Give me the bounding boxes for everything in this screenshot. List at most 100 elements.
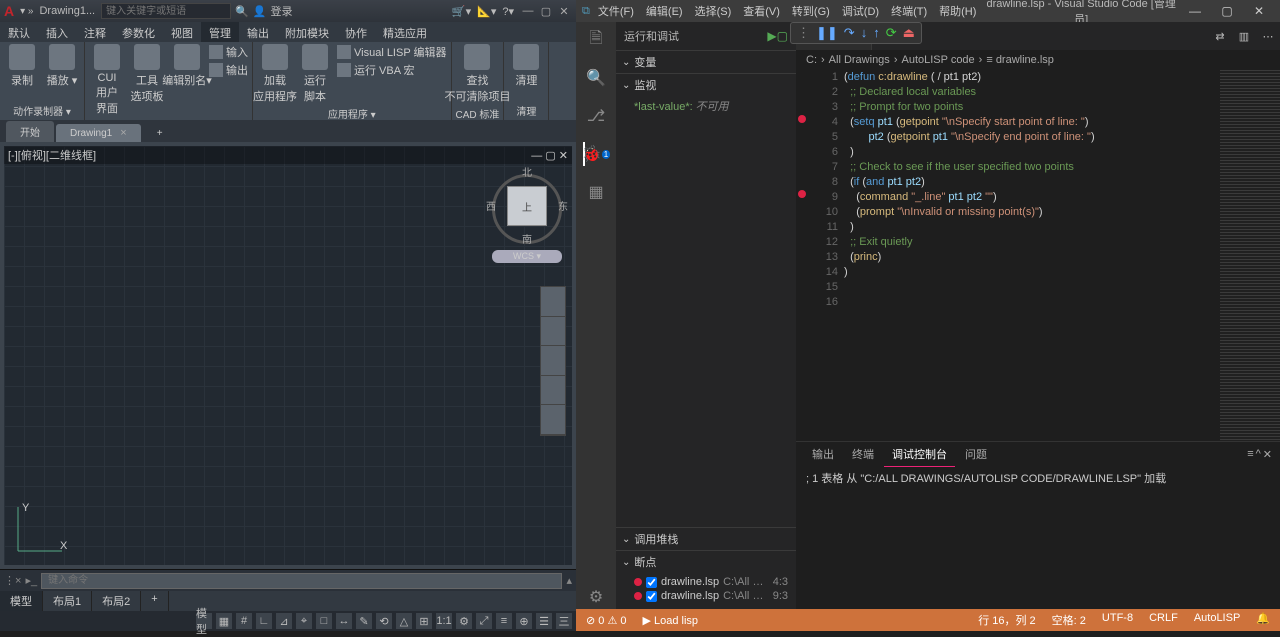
layout-tab[interactable]: 模型 xyxy=(0,591,43,611)
vp-close-icon[interactable]: ✕ xyxy=(559,150,568,162)
ribbon-tab[interactable]: 参数化 xyxy=(114,22,163,42)
code-line[interactable]: (setq pt1 (getpoint "\nSpecify start poi… xyxy=(844,115,1220,130)
status-toggle[interactable]: ↔ xyxy=(336,613,352,629)
code-line[interactable]: ;; Check to see if the user specified tw… xyxy=(844,160,1220,175)
vsc-close-icon[interactable]: ✕ xyxy=(1244,4,1274,18)
restart-icon[interactable]: ⟳ xyxy=(886,25,897,41)
code-line[interactable]: ;; Prompt for two points xyxy=(844,100,1220,115)
panel-expand-icon[interactable]: ^ xyxy=(1256,448,1261,460)
ribbon-small-button[interactable]: Visual LISP 编辑器 xyxy=(337,44,447,60)
status-toggle[interactable]: ⊕ xyxy=(516,613,532,629)
ribbon-button[interactable]: 查找 不可清除项目 xyxy=(459,44,495,104)
debug-icon[interactable]: 🐞1 xyxy=(583,142,607,166)
app-menu-icon[interactable]: 📐▾ xyxy=(477,5,496,18)
ribbon-tab[interactable]: 注释 xyxy=(76,22,114,42)
status-toggle[interactable]: ⊞ xyxy=(416,613,432,629)
status-toggle[interactable]: △ xyxy=(396,613,412,629)
grip-icon[interactable]: ⋮ xyxy=(797,25,810,41)
max-icon[interactable]: ▢ xyxy=(538,3,554,19)
debug-toolbar[interactable]: ⋮ ❚❚ ↷ ↓ ↑ ⟳ ⏏ xyxy=(790,22,922,44)
menu-item[interactable]: 帮助(H) xyxy=(933,3,982,19)
status-encoding[interactable]: UTF-8 xyxy=(1098,612,1137,628)
close-icon[interactable]: ✕ xyxy=(556,3,572,19)
status-toggle[interactable]: ≡ xyxy=(496,613,512,629)
breadcrumb[interactable]: C: › All Drawings › AutoLISP code › ≡ dr… xyxy=(796,50,1280,70)
command-input[interactable] xyxy=(41,573,562,589)
code-line[interactable]: (prompt "\nInvalid or missing point(s)") xyxy=(844,205,1220,220)
split-icon[interactable]: ▥ xyxy=(1232,30,1256,43)
layout-tab[interactable]: 布局2 xyxy=(92,591,141,611)
panel-close-icon[interactable]: ✕ xyxy=(1263,448,1272,461)
menu-item[interactable]: 转到(G) xyxy=(786,3,836,19)
panel-tab[interactable]: 输出 xyxy=(804,442,842,466)
more-icon[interactable]: ⋯ xyxy=(1256,30,1280,43)
viewport[interactable]: [-][俯视][二维线框] — ▢ ✕ 北 南 西 东 上 WCS ▾ YX xyxy=(4,146,572,565)
ribbon-tab[interactable]: 视图 xyxy=(163,22,201,42)
status-line[interactable]: 行 16，列 2 xyxy=(974,612,1039,628)
section-breakpoints[interactable]: 断点 xyxy=(616,551,796,573)
breakpoint-icon[interactable] xyxy=(798,190,806,198)
status-toggle[interactable]: ⌖ xyxy=(296,613,312,629)
layout-tab[interactable]: 布局1 xyxy=(43,591,92,611)
status-toggle[interactable]: 模型 xyxy=(196,613,212,629)
panel-tab[interactable]: 问题 xyxy=(957,442,995,466)
menu-item[interactable]: 调试(D) xyxy=(836,3,885,19)
min-icon[interactable]: — xyxy=(520,3,536,19)
status-errors[interactable]: ⊘ 0 ⚠ 0 xyxy=(582,614,630,627)
ribbon-button[interactable]: 录制 xyxy=(4,44,40,88)
status-toggle[interactable]: ⚙ xyxy=(456,613,472,629)
breakpoint-checkbox[interactable] xyxy=(646,591,657,602)
code-line[interactable]: ;; Exit quietly xyxy=(844,235,1220,250)
status-toggle[interactable]: ✎ xyxy=(356,613,372,629)
login-icon[interactable]: 👤 xyxy=(253,5,267,18)
code-line[interactable]: (defun c:drawline ( / pt1 pt2) xyxy=(844,70,1220,85)
code-line[interactable]: ) xyxy=(844,145,1220,160)
step-over-icon[interactable]: ↷ xyxy=(844,25,855,41)
wcs-label[interactable]: WCS ▾ xyxy=(492,250,562,263)
code-editor[interactable]: 12345678910111213141516 (defun c:drawlin… xyxy=(796,70,1280,441)
status-bell-icon[interactable]: 🔔 xyxy=(1252,612,1274,628)
ribbon-tab[interactable]: 协作 xyxy=(337,22,375,42)
panel-output[interactable]: ; 1 表格 从 "C:/ALL DRAWINGS/AUTOLISP CODE/… xyxy=(796,466,1280,609)
section-watch[interactable]: 监视 xyxy=(616,74,796,96)
scm-icon[interactable]: ⎇ xyxy=(584,104,608,128)
menu-item[interactable]: 查看(V) xyxy=(737,3,786,19)
section-callstack[interactable]: 调用堆栈 xyxy=(616,528,796,550)
compare-icon[interactable]: ⇄ xyxy=(1208,30,1232,43)
cmd-history-icon[interactable]: ▴ xyxy=(566,574,572,587)
ribbon-tab[interactable]: 默认 xyxy=(0,22,38,42)
panel-tab[interactable]: 终端 xyxy=(844,442,882,466)
menu-item[interactable]: 文件(F) xyxy=(592,3,640,19)
step-into-icon[interactable]: ↓ xyxy=(861,25,868,41)
breakpoint-checkbox[interactable] xyxy=(646,577,657,588)
doc-tab[interactable]: Drawing1× xyxy=(56,124,141,142)
ribbon-tab[interactable]: 管理 xyxy=(201,22,239,42)
code-line[interactable]: (princ) xyxy=(844,250,1220,265)
viewport-label[interactable]: [-][俯视][二维线框] xyxy=(8,147,96,163)
menu-item[interactable]: 选择(S) xyxy=(689,3,738,19)
status-toggle[interactable]: 1:1 xyxy=(436,613,452,629)
status-toggle[interactable]: ∟ xyxy=(256,613,272,629)
login-label[interactable]: 登录 xyxy=(271,3,293,19)
nav-bar[interactable] xyxy=(540,286,566,436)
breakpoint-row[interactable]: drawline.lspC:\All Drawi...9:3 xyxy=(634,589,788,603)
code-line[interactable]: ) xyxy=(844,265,1220,280)
section-variables[interactable]: 变量 xyxy=(616,51,796,73)
ribbon-button[interactable]: 工具 选项板 xyxy=(129,44,165,104)
breadcrumb-item[interactable]: AutoLISP code xyxy=(901,54,974,66)
search-icon[interactable]: 🔍 xyxy=(235,5,249,18)
pause-icon[interactable]: ❚❚ xyxy=(816,25,838,41)
breakpoint-icon[interactable] xyxy=(798,115,806,123)
status-lang[interactable]: AutoLISP xyxy=(1190,612,1244,628)
status-toggle[interactable]: ⤢ xyxy=(476,613,492,629)
code-line[interactable]: (command "_.line" pt1 pt2 "") xyxy=(844,190,1220,205)
search-icon[interactable]: 🔍 xyxy=(584,66,608,90)
status-toggle[interactable]: # xyxy=(236,613,252,629)
extensions-icon[interactable]: ▦ xyxy=(584,180,608,204)
vp-max-icon[interactable]: ▢ xyxy=(545,150,555,162)
step-out-icon[interactable]: ↑ xyxy=(873,25,880,41)
explorer-icon[interactable]: 🗎 xyxy=(584,28,608,52)
vp-min-icon[interactable]: — xyxy=(531,150,542,162)
panel-filter-icon[interactable]: ≡ xyxy=(1247,448,1253,460)
cmd-arrow-icon[interactable]: ▸_ xyxy=(25,574,37,587)
